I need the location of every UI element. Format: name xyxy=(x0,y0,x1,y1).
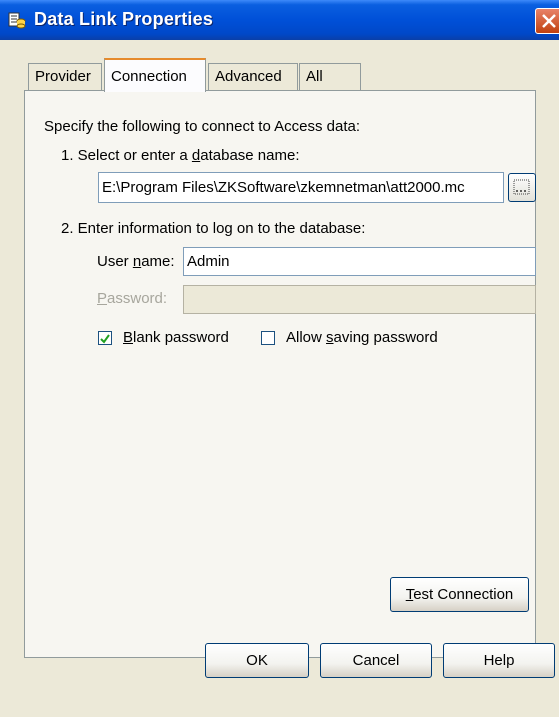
username-input[interactable]: Admin xyxy=(183,247,536,276)
blank-password-checkbox[interactable] xyxy=(98,331,112,345)
close-button[interactable] xyxy=(535,8,559,34)
tab-strip: Provider Connection Advanced All xyxy=(0,58,559,92)
help-button[interactable]: Help xyxy=(443,643,555,678)
browse-button[interactable] xyxy=(508,173,536,202)
close-icon xyxy=(542,14,556,28)
data-link-icon xyxy=(8,12,26,29)
ellipsis-icon xyxy=(513,179,530,195)
username-label: User name: xyxy=(97,253,175,270)
password-input[interactable] xyxy=(183,285,536,314)
ok-button[interactable]: OK xyxy=(205,643,309,678)
intro-text: Specify the following to connect to Acce… xyxy=(44,118,361,135)
step1-label: 1. Select or enter a database name: xyxy=(61,147,300,164)
step2-label: 2. Enter information to log on to the da… xyxy=(61,220,366,237)
allow-saving-password-label[interactable]: Allow saving password xyxy=(286,329,438,346)
tab-connection[interactable]: Connection xyxy=(104,58,206,92)
tab-advanced[interactable]: Advanced xyxy=(208,63,298,90)
tab-provider[interactable]: Provider xyxy=(28,63,102,90)
database-name-input[interactable]: E:\Program Files\ZKSoftware\zkemnetman\a… xyxy=(98,172,504,203)
checkmark-icon xyxy=(100,334,110,344)
password-label: Password: xyxy=(97,290,168,307)
window-title: Data Link Properties xyxy=(34,9,214,29)
blank-password-label[interactable]: Blank password xyxy=(123,329,229,346)
test-connection-button[interactable]: Test Connection xyxy=(390,577,529,612)
title-bar: Data Link Properties xyxy=(0,0,559,40)
allow-saving-password-checkbox[interactable] xyxy=(261,331,275,345)
tab-all[interactable]: All xyxy=(299,63,361,90)
cancel-button[interactable]: Cancel xyxy=(320,643,432,678)
